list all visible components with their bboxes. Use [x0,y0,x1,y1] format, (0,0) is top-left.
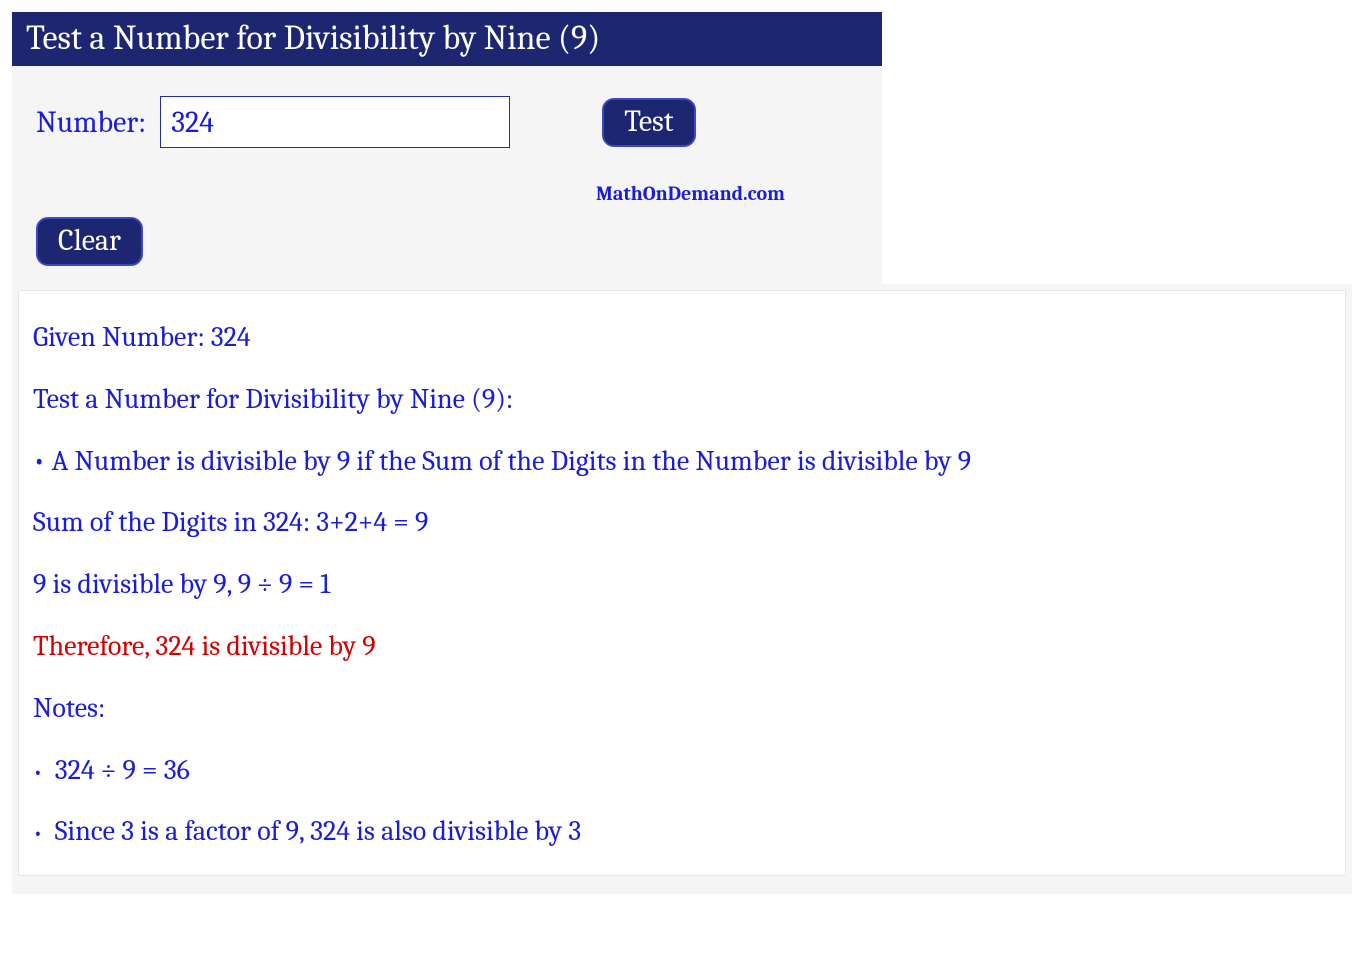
conclusion-line: Therefore, 324 is divisible by 9 [33,628,1331,666]
site-link[interactable]: MathOnDemand.com [596,182,858,205]
note-item-2: • Since 3 is a factor of 9, 324 is also … [33,813,1331,851]
page-title-bar: Test a Number for Divisibility by Nine (… [12,12,882,66]
sum-line: Sum of the Digits in 324: 3+2+4 = 9 [33,504,1331,542]
bullet-icon: • [33,758,43,788]
rule-line: • A Number is divisible by 9 if the Sum … [33,443,1331,481]
form-panel: Number: Test MathOnDemand.com Clear [12,66,882,284]
test-heading-line: Test a Number for Divisibility by Nine (… [33,381,1331,419]
input-row: Number: Test [36,96,858,148]
results-panel: Given Number: 324 Test a Number for Divi… [12,284,1352,894]
number-input[interactable] [160,96,510,148]
note-text: Since 3 is a factor of 9, 324 is also di… [55,813,581,851]
clear-row: Clear [36,217,858,266]
clear-button[interactable]: Clear [36,217,143,266]
number-label: Number: [36,105,146,140]
division-line: 9 is divisible by 9, 9 ÷ 9 = 1 [33,566,1331,604]
results-inner: Given Number: 324 Test a Number for Divi… [18,290,1346,876]
bullet-icon: • [33,819,43,849]
given-number-line: Given Number: 324 [33,319,1331,357]
notes-heading: Notes: [33,690,1331,728]
note-text: 324 ÷ 9 = 36 [55,752,190,790]
page-title: Test a Number for Divisibility by Nine (… [26,18,600,58]
note-item-1: • 324 ÷ 9 = 36 [33,752,1331,790]
test-button[interactable]: Test [602,98,695,147]
